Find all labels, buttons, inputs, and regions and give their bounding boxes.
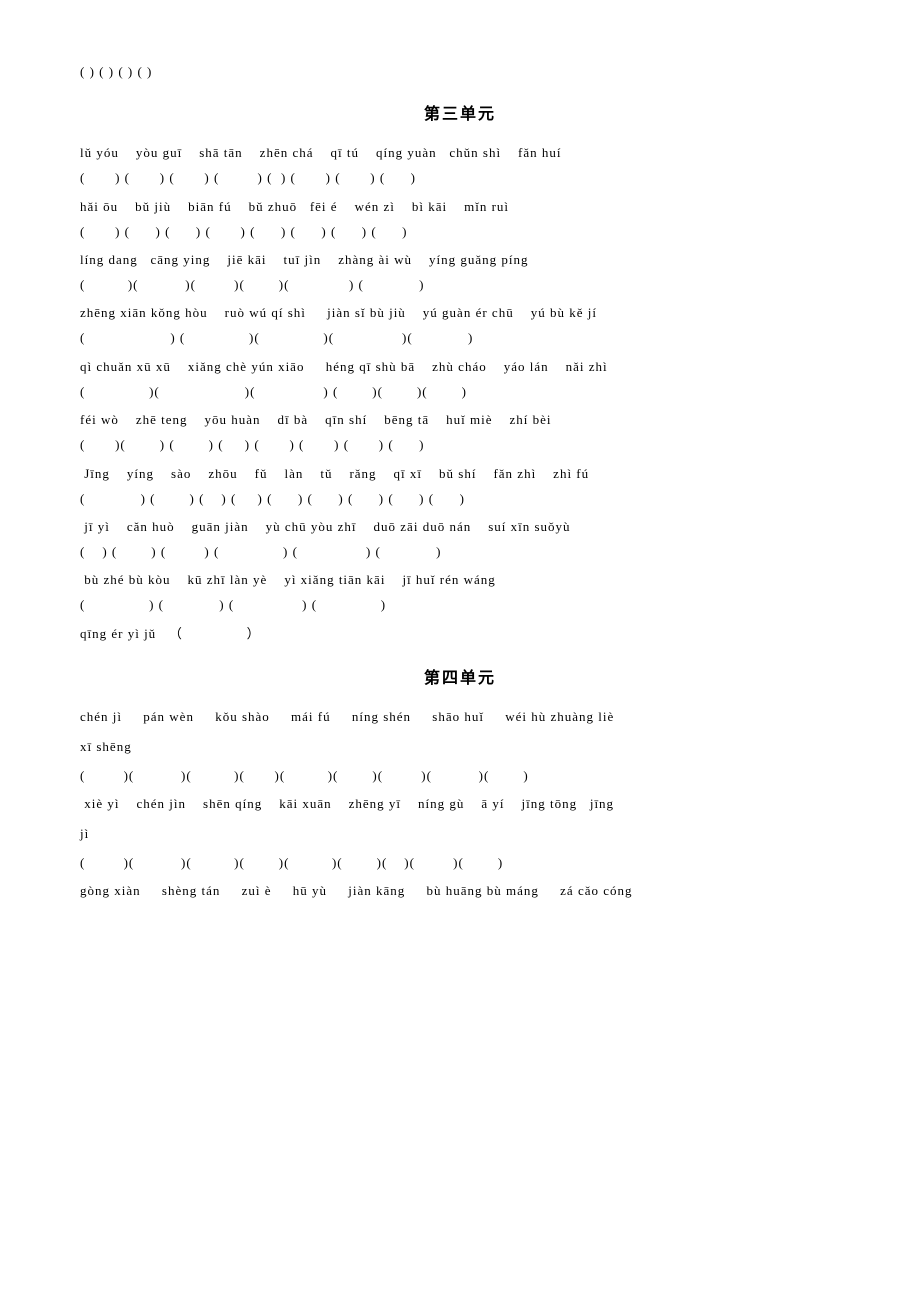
- brackets: ( ) ( ) ( ) ( ) ( ) ( ): [80, 540, 840, 563]
- section3-line2: hǎi ōu bǔ jiù biān fú bǔ zhuō fēi é wén …: [80, 194, 840, 243]
- pinyin: qīng ér yì jǔ （ ）: [80, 621, 840, 647]
- pinyin: xiè yì chén jìn shēn qíng kāi xuān zhēng…: [80, 791, 840, 817]
- pinyin: qì chuǎn xū xū xiǎng chè yún xiāo héng q…: [80, 354, 840, 380]
- section4-line4: xiè yì chén jìn shēn qíng kāi xuān zhēng…: [80, 791, 840, 817]
- pinyin: hǎi ōu bǔ jiù biān fú bǔ zhuō fēi é wén …: [80, 194, 840, 220]
- pinyin: bù zhé bù kòu kū zhī làn yè yì xiǎng tiā…: [80, 567, 840, 593]
- section3-line3: líng dang cāng ying jiē kāi tuī jìn zhàn…: [80, 247, 840, 296]
- section3-line9: bù zhé bù kòu kū zhī làn yè yì xiǎng tiā…: [80, 567, 840, 616]
- section3-title: 第三单元: [80, 101, 840, 130]
- pinyin: Jīng yíng sào zhōu fǔ làn tǔ rǎng qī xī …: [80, 461, 840, 487]
- section3-line1: lǔ yóu yòu guī shā tān zhēn chá qī tú qí…: [80, 140, 840, 189]
- brackets: ( ) ( ) ( ) ( ) ( ) ( ) ( ) ( ) ( ): [80, 487, 840, 510]
- brackets: ( )( )( )( )( )( )( )( )( ): [80, 851, 840, 874]
- pinyin: líng dang cāng ying jiē kāi tuī jìn zhàn…: [80, 247, 840, 273]
- pinyin: féi wò zhē teng yōu huàn dī bà qīn shí b…: [80, 407, 840, 433]
- pinyin: zhēng xiān kǒng hòu ruò wú qí shì jiàn s…: [80, 300, 840, 326]
- brackets: ( )( )( )( )( )( )( )( )( ): [80, 764, 840, 787]
- section4-line7: gòng xiàn shèng tán zuì è hū yù jiàn kān…: [80, 878, 840, 904]
- top-bracket-line: ( ) ( ) ( ) ( ): [80, 60, 840, 83]
- section3-line7: Jīng yíng sào zhōu fǔ làn tǔ rǎng qī xī …: [80, 461, 840, 510]
- section3-line6: féi wò zhē teng yōu huàn dī bà qīn shí b…: [80, 407, 840, 456]
- brackets: ( ) ( )( )( )( ): [80, 326, 840, 349]
- section3-line4: zhēng xiān kǒng hòu ruò wú qí shì jiàn s…: [80, 300, 840, 349]
- pinyin: xī shēng: [80, 734, 840, 760]
- section3-line10: qīng ér yì jǔ （ ）: [80, 621, 840, 647]
- page-content: ( ) ( ) ( ) ( ) 第三单元 lǔ yóu yòu guī shā …: [80, 60, 840, 904]
- section3-line5: qì chuǎn xū xū xiǎng chè yún xiāo héng q…: [80, 354, 840, 403]
- section4-title: 第四单元: [80, 665, 840, 694]
- section4-line5: jì: [80, 821, 840, 847]
- brackets: ( )( ) ( ) ( ) ( ) ( ) ( ) ( ): [80, 433, 840, 456]
- brackets: ( ) ( ) ( ) ( ): [80, 593, 840, 616]
- pinyin: lǔ yóu yòu guī shā tān zhēn chá qī tú qí…: [80, 140, 840, 166]
- section4-line1: chén jì pán wèn kǒu shào mái fú níng shé…: [80, 704, 840, 730]
- brackets: ( ) ( ) ( ) ( ) ( ) ( ) ( ) ( ): [80, 220, 840, 243]
- brackets: ( ) ( ) ( ) ( ) ( ) ( ) ( ) ( ): [80, 166, 840, 189]
- pinyin: chén jì pán wèn kǒu shào mái fú níng shé…: [80, 704, 840, 730]
- section4-line6: ( )( )( )( )( )( )( )( )( ): [80, 851, 840, 874]
- brackets: ( )( )( ) ( )( )( ): [80, 380, 840, 403]
- section4-line3: ( )( )( )( )( )( )( )( )( ): [80, 764, 840, 787]
- section4-line2: xī shēng: [80, 734, 840, 760]
- pinyin: jī yì căn huò guān jiàn yù chū yòu zhī d…: [80, 514, 840, 540]
- section3-line8: jī yì căn huò guān jiàn yù chū yòu zhī d…: [80, 514, 840, 563]
- pinyin: jì: [80, 821, 840, 847]
- pinyin: gòng xiàn shèng tán zuì è hū yù jiàn kān…: [80, 878, 840, 904]
- brackets: ( )( )( )( )( ) ( ): [80, 273, 840, 296]
